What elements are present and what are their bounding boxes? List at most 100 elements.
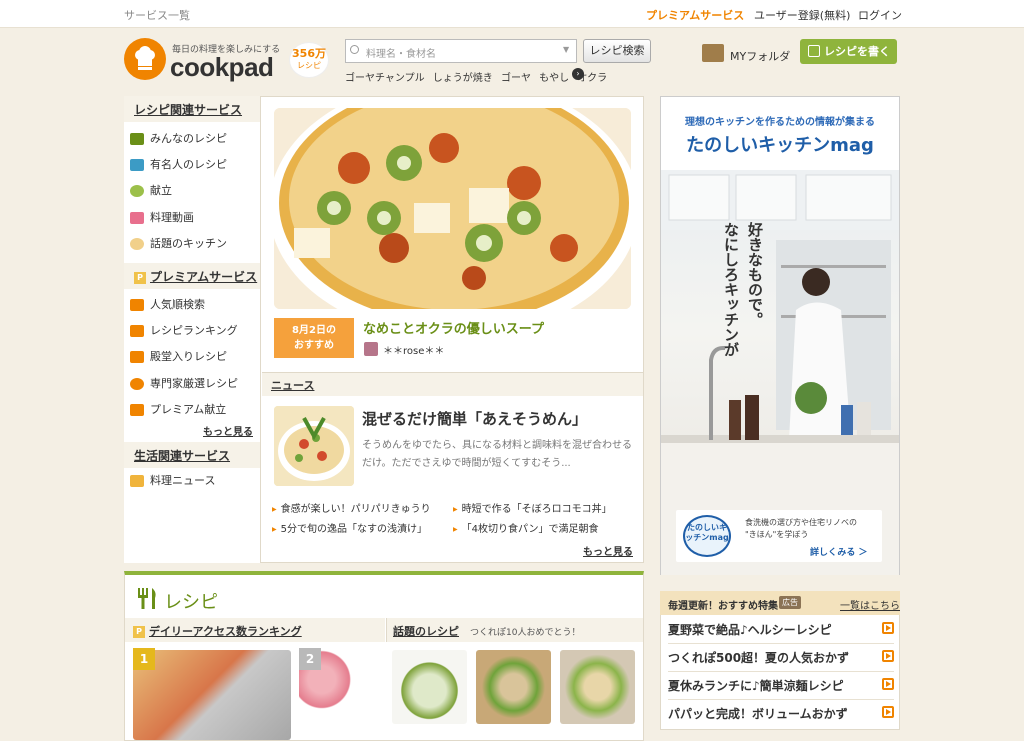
news-image[interactable] [274,406,354,486]
fork-knife-icon [130,133,144,145]
somen-photo [274,406,354,486]
news-more-link[interactable]: もっと見る [583,543,633,558]
sidebar-item-celebrity[interactable]: 有名人のレシピ [130,156,227,172]
video-icon [130,212,144,224]
feature-item[interactable]: 夏休みランチに♪簡単涼麺レシピ [668,677,894,694]
sidebar-section-life[interactable]: 生活関連サービス [124,442,260,468]
recipe-count: 356万 [292,47,326,60]
date-text: 8月2日の [292,325,336,336]
pencil-icon [808,45,820,57]
sidebar-more-link[interactable]: もっと見る [203,423,253,438]
expert-icon [130,378,144,390]
ad-subtitle: 理想のキッチンを作るための情報が集まる [685,117,875,128]
sidebar-item-ranking[interactable]: レシピランキング [130,322,238,338]
sidebar-item-hall-of-fame[interactable]: 殿堂入りレシピ [130,348,227,364]
feature-item[interactable]: パパッと完成！ボリュームおかず [668,705,894,722]
rank-2-badge: 2 [299,648,321,670]
news-link[interactable]: 「4枚切り食パン」で満足朝食 [453,520,599,535]
featured-recipe-title[interactable]: なめことオクラの優しいスープ [363,318,544,337]
avatar[interactable] [364,342,378,356]
fork-knife-icon [138,588,156,609]
premium-link[interactable]: プレミアムサービス [646,7,744,23]
news-description: そうめんをゆでたら、具になる材料と調味料を混ぜ合わせるだけ。ただでさえゆで時間が… [362,440,632,469]
rank-1-badge: 1 [133,648,155,670]
logo-wordmark[interactable]: cookpad [170,52,274,83]
sidebar-item-kitchen[interactable]: 話題のキッチン [130,235,227,251]
hot-recipe-image[interactable] [476,650,551,724]
sidebar-item-everyone[interactable]: みんなのレシピ [130,130,227,146]
featured-recipe-image[interactable] [274,108,631,309]
sidebar-item-popular[interactable]: 人気順検索 [130,296,205,312]
search-input[interactable]: 料理名・食材名 [345,39,577,63]
book-icon [130,159,144,171]
ad-desc-line: 食洗機の選び方や住宅リノベの [745,518,857,527]
keyword-link[interactable]: もやし [539,73,569,84]
feature-item[interactable]: つくれぽ500超！夏の人気おかず [668,649,894,666]
ad-description: 食洗機の選び方や住宅リノベの "きほん"を学ぼう [745,517,857,541]
news-title[interactable]: 混ぜるだけ簡単「あえそうめん」 [362,408,587,429]
folder-icon[interactable] [702,44,724,62]
date-label: おすすめ [294,340,334,351]
chef-hat-icon [135,46,155,70]
featured-user-name[interactable]: ＊＊rose＊＊ [383,342,444,357]
chevron-down-icon[interactable]: ▼ [563,45,569,54]
bar-chart-icon [130,325,144,337]
divider [668,699,894,700]
sidebar-item-expert[interactable]: 専門家厳選レシピ [130,375,238,391]
date-badge: 8月2日の おすすめ [274,318,354,358]
sidebar-item-menu[interactable]: 献立 [130,182,172,198]
arrow-right-icon [882,650,894,662]
keyword-link[interactable]: ゴーヤチャンプル [345,73,425,84]
services-link[interactable]: サービス一覧 [124,7,190,23]
arrow-right-icon [882,622,894,634]
my-folder-link[interactable]: MYフォルダ [730,48,790,64]
premium-icon: P [134,271,146,284]
keyword-link[interactable]: ゴーヤ [501,73,531,84]
keyword-link[interactable]: しょうが焼き [433,73,493,84]
menu-icon [130,185,144,197]
ad-label: 広告 [779,596,801,609]
arrow-right-icon [882,678,894,690]
feature-item[interactable]: 夏野菜で絶品♪ヘルシーレシピ [668,621,894,638]
news-icon [130,475,144,487]
sidebar-section-recipe[interactable]: レシピ関連サービス [124,96,260,122]
news-heading[interactable]: ニュース [271,377,314,393]
divider [668,643,894,644]
hot-recipes-subtitle: つくれぽ10人おめでとう！ [470,628,581,638]
sidebar: レシピ関連サービス みんなのレシピ 有名人のレシピ 献立 料理動画 話題のキッチ… [124,96,261,563]
recipe-heading: レシピ [164,592,218,613]
news-header-bar [262,372,643,396]
kitchen-icon [130,238,144,250]
ad-vertical-text: 好きなもので。 [746,222,764,327]
search-icon [350,45,359,54]
hot-recipe-image[interactable] [560,650,635,724]
ad-vertical-text: なにしろキッチンが [722,222,740,357]
ad-logo: たのしいキッチンmag [683,515,731,557]
news-link[interactable]: 食感が楽しい！パリパリきゅうり [272,500,431,515]
sidebar-item-premium-menu[interactable]: プレミアム献立 [130,401,226,417]
news-link[interactable]: 5分で旬の逸品「なすの浅漬け」 [272,520,427,535]
ad-desc-line: "きほん"を学ぼう [745,530,809,539]
ad-title: たのしいキッチンmag [686,135,874,156]
hot-recipes-heading[interactable]: 話題のレシピ [393,623,459,639]
sidebar-section-premium[interactable]: P プレミアムサービス [124,263,260,289]
arrow-right-icon [882,706,894,718]
search-button[interactable]: レシピ検索 [583,39,651,63]
trophy-icon [130,351,144,363]
crown-icon [130,299,144,311]
hot-recipe-image[interactable] [392,650,467,724]
rank-1-recipe-image[interactable] [133,650,291,740]
sidebar-item-video[interactable]: 料理動画 [130,209,194,225]
news-link[interactable]: 時短で作る「そぼろロコモコ丼」 [453,500,612,515]
ranking-heading[interactable]: P デイリーアクセス数ランキング [133,623,302,639]
divider [668,671,894,672]
ad-more-link[interactable]: 詳しくみる ＞ [810,545,868,558]
feature-list-more-link[interactable]: 一覧はこちら [840,597,900,612]
recipe-count-badge: 356万 レシピ [289,42,329,78]
more-keywords-arrow-icon[interactable]: › [572,68,584,80]
sidebar-item-news[interactable]: 料理ニュース [130,472,215,488]
register-link[interactable]: ユーザー登録(無料) [754,7,850,23]
premium-icon: P [133,626,145,638]
soup-photo [274,108,631,309]
login-link[interactable]: ログイン [858,7,902,23]
